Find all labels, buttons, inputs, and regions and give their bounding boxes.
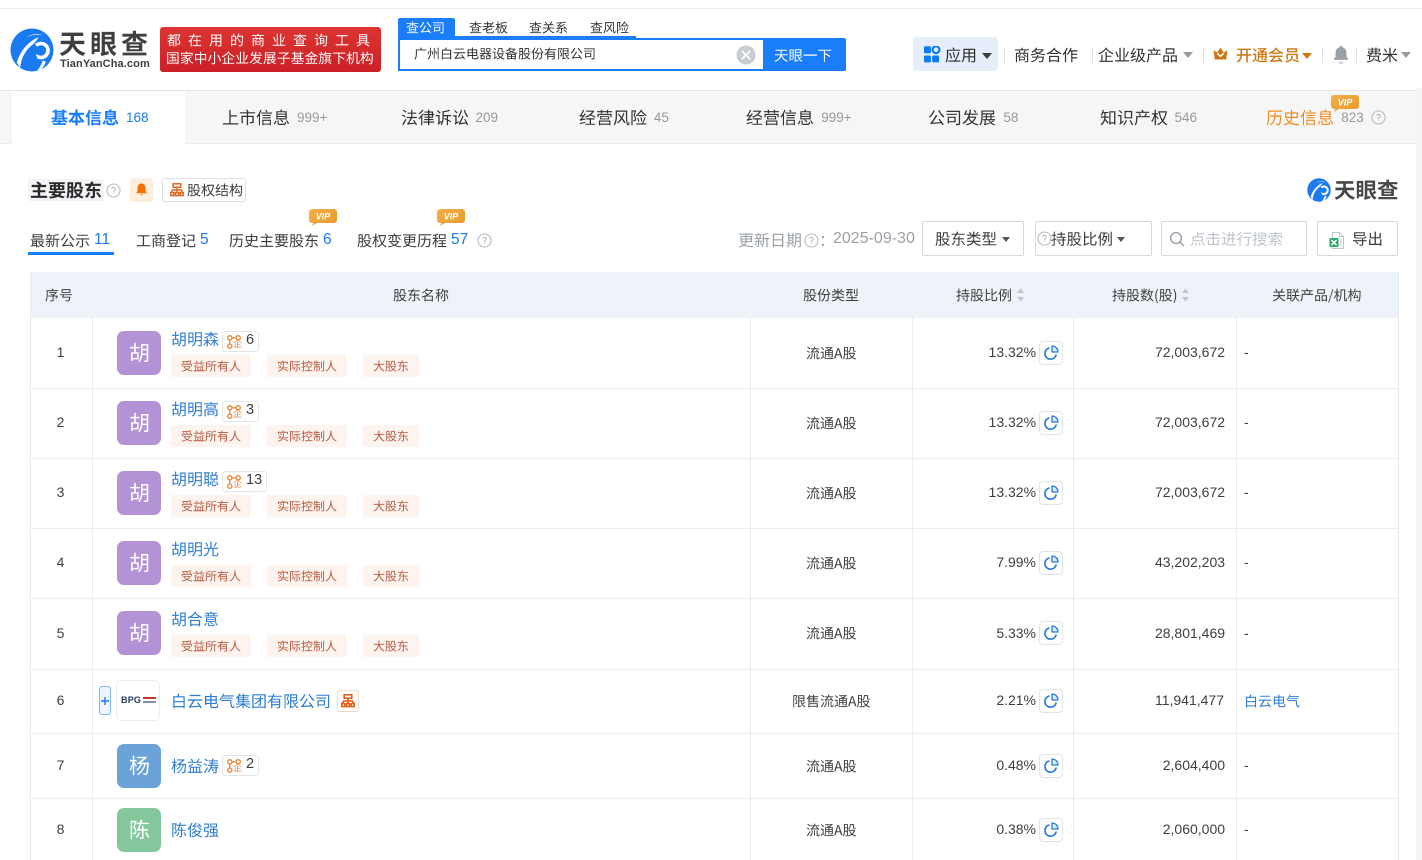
svg-text:?: ? [809, 235, 814, 245]
svg-text:VIP: VIP [444, 212, 460, 222]
svg-text:VIP: VIP [316, 212, 332, 222]
svg-text:?: ? [1042, 234, 1047, 244]
svg-text:VIP: VIP [1338, 98, 1354, 108]
svg-text:?: ? [1376, 113, 1381, 123]
svg-text:?: ? [111, 186, 116, 196]
svg-text:?: ? [482, 235, 487, 245]
